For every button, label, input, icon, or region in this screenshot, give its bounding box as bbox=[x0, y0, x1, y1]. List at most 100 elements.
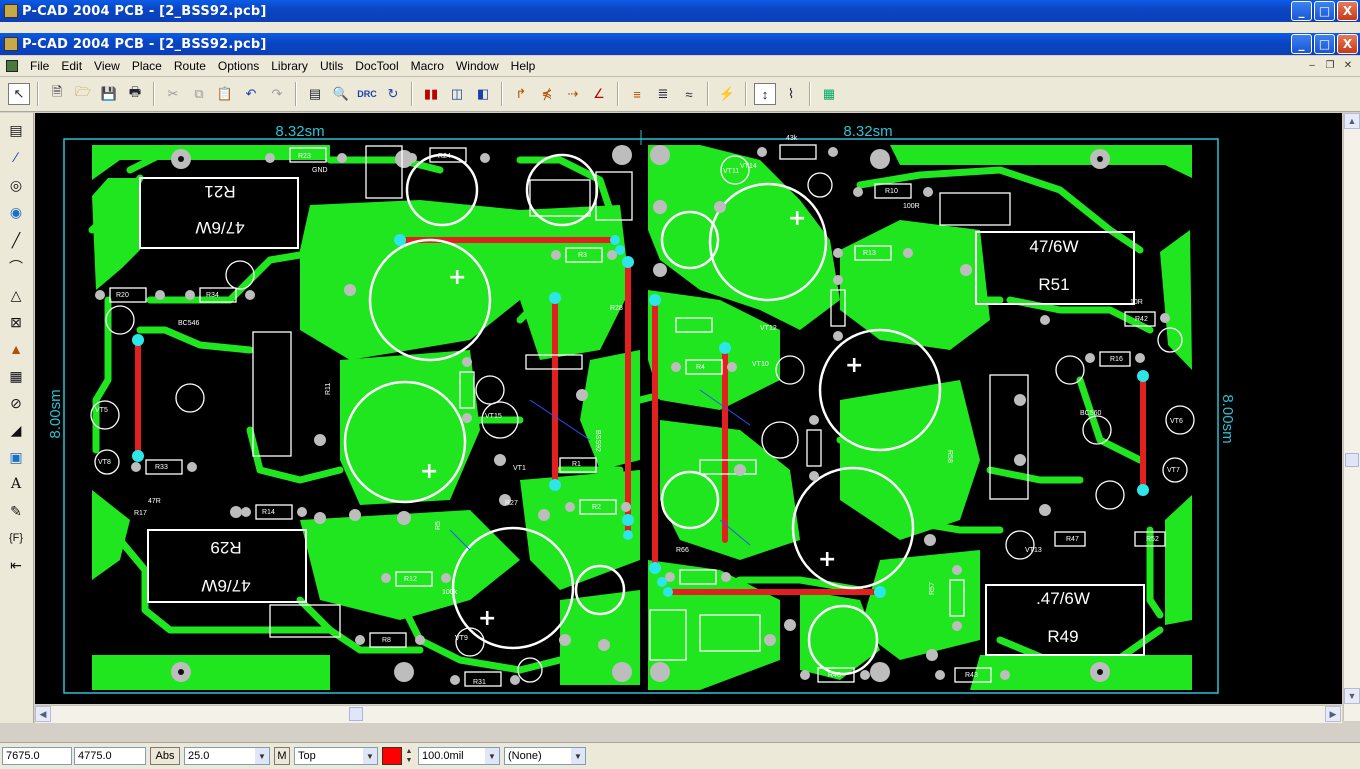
route-fanout-icon[interactable]: ≣ bbox=[652, 83, 674, 105]
point-icon[interactable]: ◢ bbox=[5, 419, 27, 441]
save-icon[interactable]: 💾 bbox=[98, 83, 120, 105]
paste-icon[interactable]: 📋 bbox=[214, 83, 236, 105]
menu-route[interactable]: Route bbox=[168, 59, 212, 73]
connection-icon[interactable]: ∕ bbox=[5, 146, 27, 168]
layer-combo[interactable]: Top ▼ bbox=[294, 747, 378, 765]
cutout-icon[interactable]: ⊠ bbox=[5, 311, 27, 333]
chevron-down-icon[interactable]: ▼ bbox=[571, 748, 585, 764]
refresh-icon[interactable]: ↻ bbox=[382, 83, 404, 105]
scroll-up-arrow-icon[interactable]: ▲ bbox=[1344, 113, 1360, 129]
layer-toggle-icon[interactable]: ▮▮ bbox=[420, 83, 442, 105]
dimension-icon[interactable]: ⇤ bbox=[5, 554, 27, 576]
m-toggle-button[interactable]: M bbox=[274, 747, 290, 765]
print-icon[interactable]: 🖶 bbox=[124, 83, 146, 105]
mdi-close-button[interactable]: ✕ bbox=[1340, 58, 1356, 72]
polygon-icon[interactable]: △ bbox=[5, 284, 27, 306]
menu-macro[interactable]: Macro bbox=[405, 59, 450, 73]
svg-text:R52: R52 bbox=[1146, 536, 1159, 543]
scroll-right-arrow-icon[interactable]: ▶ bbox=[1325, 706, 1341, 722]
grid-combo[interactable]: 25.0 ▼ bbox=[184, 747, 270, 765]
fill-icon[interactable]: ▲ bbox=[5, 338, 27, 360]
scroll-down-arrow-icon[interactable]: ▼ bbox=[1344, 688, 1360, 704]
text-icon[interactable]: A bbox=[5, 473, 27, 495]
menu-options[interactable]: Options bbox=[212, 59, 265, 73]
pcb-canvas[interactable]: 8.32sm 8.32sm 8.00sm 8.00sm + + + + + + … bbox=[35, 113, 1342, 704]
component-icon[interactable]: ▣ bbox=[5, 446, 27, 468]
app-icon bbox=[4, 37, 18, 51]
select-box-icon[interactable]: ▤ bbox=[5, 119, 27, 141]
menu-help[interactable]: Help bbox=[505, 59, 542, 73]
vertical-scroll-thumb[interactable] bbox=[1345, 453, 1359, 467]
mdi-minimize-button[interactable]: – bbox=[1304, 58, 1320, 72]
minimize-button[interactable]: _ bbox=[1291, 34, 1312, 54]
undo-icon[interactable]: ↶ bbox=[240, 83, 262, 105]
route-pattern-icon[interactable]: ⌇ bbox=[780, 83, 802, 105]
open-folder-icon[interactable]: 🗁 bbox=[72, 83, 94, 105]
route-bus-icon[interactable]: ⇢ bbox=[562, 83, 584, 105]
menu-window[interactable]: Window bbox=[450, 59, 505, 73]
select-arrow-icon[interactable]: ↖ bbox=[8, 83, 30, 105]
maximize-button[interactable]: □ bbox=[1314, 34, 1335, 54]
new-file-icon[interactable]: 🗎 bbox=[46, 83, 68, 105]
x-coordinate-field[interactable]: 7675.0 bbox=[2, 747, 72, 765]
attribute-icon[interactable]: ✎ bbox=[5, 500, 27, 522]
horizontal-scrollbar[interactable]: ◀ ▶ bbox=[35, 705, 1342, 723]
vertical-scrollbar[interactable]: ▲ ▼ bbox=[1343, 113, 1360, 721]
absolute-toggle-button[interactable]: Abs bbox=[150, 747, 180, 765]
layer-color-swatch[interactable] bbox=[382, 747, 402, 765]
copper-pour-icon[interactable]: ▦ bbox=[5, 365, 27, 387]
net-combo[interactable]: (None) ▼ bbox=[504, 747, 586, 765]
outer-title-bar: P-CAD 2004 PCB - [2_BSS92.pcb] _ □ X bbox=[0, 0, 1360, 22]
field-icon[interactable]: {F} bbox=[5, 527, 27, 549]
menu-edit[interactable]: Edit bbox=[55, 59, 88, 73]
r21-name: R21 bbox=[204, 182, 235, 201]
route-lock-icon[interactable]: ↕ bbox=[754, 83, 776, 105]
svg-text:43k: 43k bbox=[786, 135, 798, 142]
chevron-down-icon[interactable]: ▼ bbox=[485, 748, 499, 764]
placement-toolbar: ▤ ∕ ◎ ◉ ╱ ⌒ △ ⊠ ▲ ▦ ⊘ ◢ ▣ A ✎ {F} ⇤ bbox=[0, 113, 34, 723]
cut-icon[interactable]: ✂ bbox=[162, 83, 184, 105]
chevron-down-icon[interactable]: ▼ bbox=[255, 748, 269, 764]
properties-icon[interactable]: ◧ bbox=[472, 83, 494, 105]
mdi-restore-button[interactable]: ❐ bbox=[1322, 58, 1338, 72]
redo-icon[interactable]: ↷ bbox=[266, 83, 288, 105]
menu-file[interactable]: File bbox=[24, 59, 55, 73]
chevron-down-icon[interactable]: ▼ bbox=[363, 748, 377, 764]
menu-doctool[interactable]: DocTool bbox=[349, 59, 404, 73]
copy-icon[interactable]: ⧉ bbox=[188, 83, 210, 105]
route-multi-icon[interactable]: ≡ bbox=[626, 83, 648, 105]
via-icon[interactable]: ◉ bbox=[5, 201, 27, 223]
design-manager-icon[interactable]: ▦ bbox=[818, 83, 840, 105]
pad-icon[interactable]: ◎ bbox=[5, 174, 27, 196]
route-manual-icon[interactable]: ↱ bbox=[510, 83, 532, 105]
menu-view[interactable]: View bbox=[88, 59, 126, 73]
keepout-icon[interactable]: ⊘ bbox=[5, 392, 27, 414]
outer-maximize-button[interactable]: □ bbox=[1314, 1, 1335, 21]
drc-icon[interactable]: DRC bbox=[356, 83, 378, 105]
scroll-left-arrow-icon[interactable]: ◀ bbox=[35, 706, 51, 722]
measure-icon[interactable]: ▤ bbox=[304, 83, 326, 105]
outer-minimize-button[interactable]: _ bbox=[1291, 1, 1312, 21]
svg-text:R34: R34 bbox=[206, 292, 219, 299]
route-gloss-icon[interactable]: ≈ bbox=[678, 83, 700, 105]
document-icon[interactable] bbox=[6, 60, 18, 72]
route-push-icon[interactable]: ⚡ bbox=[716, 83, 738, 105]
line-width-combo[interactable]: 100.0mil ▼ bbox=[418, 747, 500, 765]
route-interactive-icon[interactable]: ⋠ bbox=[536, 83, 558, 105]
horizontal-scroll-thumb[interactable] bbox=[349, 707, 363, 721]
pcb-layout[interactable]: 8.32sm 8.32sm 8.00sm 8.00sm +++ +++ R21 … bbox=[35, 113, 1342, 704]
line-width-spinner[interactable]: ▲ ▼ bbox=[404, 747, 414, 765]
outer-close-button[interactable]: X bbox=[1337, 1, 1358, 21]
menu-place[interactable]: Place bbox=[126, 59, 168, 73]
route-miter-icon[interactable]: ∠ bbox=[588, 83, 610, 105]
menu-utils[interactable]: Utils bbox=[314, 59, 349, 73]
svg-text:VT8: VT8 bbox=[98, 459, 111, 466]
line-icon[interactable]: ╱ bbox=[5, 229, 27, 251]
svg-text:100R: 100R bbox=[903, 203, 920, 210]
zoom-icon[interactable]: 🔍 bbox=[330, 83, 352, 105]
flip-icon[interactable]: ◫ bbox=[446, 83, 468, 105]
arc-icon[interactable]: ⌒ bbox=[5, 256, 27, 278]
menu-library[interactable]: Library bbox=[265, 59, 314, 73]
y-coordinate-field[interactable]: 4775.0 bbox=[74, 747, 146, 765]
close-button[interactable]: X bbox=[1337, 34, 1358, 54]
